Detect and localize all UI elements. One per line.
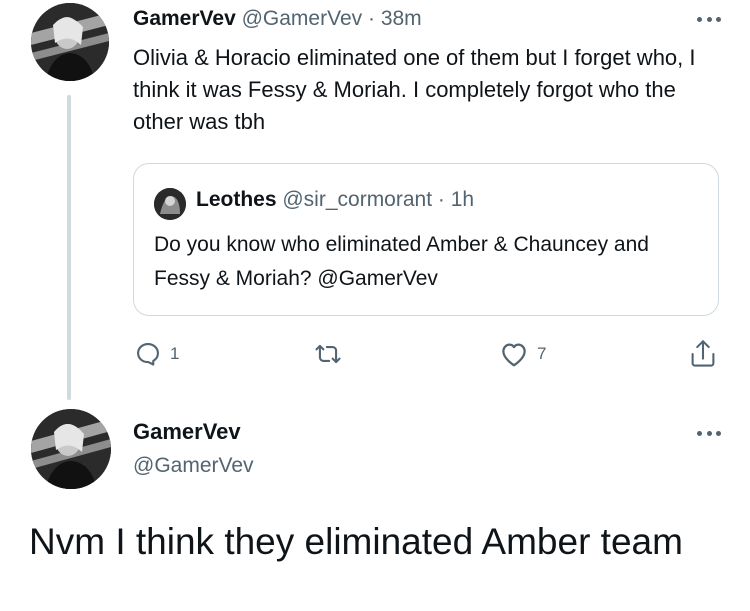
tweet1-display-name[interactable]: GamerVev [133,7,236,30]
like-button[interactable]: 7 [499,338,546,370]
tweet2-display-name[interactable]: GamerVev [133,419,241,445]
tweet2-avatar[interactable] [31,409,111,489]
heart-icon [502,343,526,367]
tweet1-avatar[interactable] [31,3,109,81]
thread-line [67,95,71,400]
tweet1-header: GamerVev @GamerVev · 38m [133,6,422,32]
retweet-icon [315,344,341,364]
share-icon [691,340,715,367]
quote-display-name: Leothes [196,188,277,211]
tweet1-text: Olivia & Horacio eliminated one of them … [133,45,696,134]
reply-count: 1 [170,344,180,363]
quote-avatar [154,188,186,220]
more-dots-icon[interactable] [697,429,721,437]
tweet2-text: Nvm I think they eliminated Amber team [29,521,683,562]
like-count: 7 [537,344,547,363]
quote-separator: · [437,188,445,211]
tweet1-time[interactable]: 38m [381,7,422,30]
profile-photo-icon [154,188,186,220]
tweet1-handle[interactable]: @GamerVev [242,7,363,30]
reply-icon [137,343,159,366]
profile-photo-icon [31,3,109,81]
retweet-button[interactable] [313,338,351,370]
tweet2-handle[interactable]: @GamerVev [133,453,254,479]
quote-text: Do you know who eliminated Amber & Chaun… [154,233,649,290]
profile-photo-icon [31,409,111,489]
share-button[interactable] [689,338,717,370]
quote-header: Leothes @sir_cormorant · 1h [196,187,474,213]
tweet1-separator: · [367,7,375,30]
more-dots-icon[interactable] [697,15,721,23]
quote-handle: @sir_cormorant [282,188,433,211]
quote-time: 1h [450,188,475,211]
reply-button[interactable]: 1 [134,338,179,370]
quote-tweet-card[interactable]: Leothes @sir_cormorant · 1h Do you know … [133,163,719,316]
